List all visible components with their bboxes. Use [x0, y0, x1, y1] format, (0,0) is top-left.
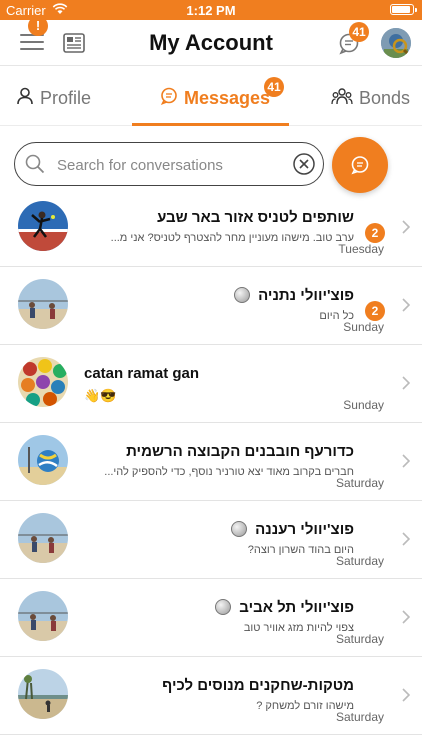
clock: 1:12 PM	[186, 3, 236, 18]
group-avatar	[18, 513, 68, 563]
group-avatar	[18, 435, 68, 485]
chat-icon	[160, 87, 178, 110]
chevron-right-icon	[402, 298, 411, 317]
conversation-name: catan ramat gan	[84, 365, 200, 382]
chevron-right-icon	[402, 220, 411, 239]
nav-bar: ! My Account 41	[0, 16, 422, 66]
messages-count-badge: 41	[349, 22, 369, 42]
unread-badge: 2	[365, 223, 385, 243]
tab-profile-label: Profile	[40, 87, 92, 108]
tab-bar: Profile Messages 41 Bonds	[0, 66, 422, 126]
volleyball-icon	[230, 521, 247, 537]
conversation-name: פוצ'יוולי רעננה	[84, 521, 354, 538]
conversation-day: Saturday	[335, 632, 384, 646]
conversation-row[interactable]: פוצ'יוולי רעננה היום בהוד השרון רוצה? Sa…	[0, 501, 422, 579]
profile-avatar[interactable]	[381, 28, 411, 58]
tab-bonds-label: Bonds	[359, 87, 411, 108]
chevron-right-icon	[402, 376, 411, 395]
group-avatar	[18, 591, 68, 641]
conversation-day: Sunday	[343, 320, 384, 334]
search-icon	[25, 154, 45, 179]
people-icon	[331, 87, 353, 110]
conversation-preview: כל היום	[319, 310, 354, 322]
search-input[interactable]	[55, 153, 279, 177]
volleyball-icon	[215, 599, 232, 615]
battery-icon	[390, 4, 417, 15]
conversation-preview: היום בהוד השרון רוצה?	[247, 544, 354, 556]
chevron-right-icon	[402, 688, 411, 707]
conversation-row[interactable]: catan ramat gan 👋😎 Sunday	[0, 345, 422, 423]
chevron-right-icon	[402, 454, 411, 473]
conversation-name: מטקות-שחקנים מנוסים לכיף	[162, 677, 354, 694]
conversation-day: Sunday	[343, 398, 384, 412]
chevron-right-icon	[402, 610, 411, 629]
conversation-day: Tuesday	[338, 242, 384, 256]
group-avatar	[18, 201, 68, 251]
volleyball-icon	[233, 287, 250, 303]
conversation-day: Saturday	[335, 476, 384, 490]
conversation-name: כדורעף חובבנים הקבוצה הרשמית	[126, 443, 354, 460]
person-icon	[16, 87, 34, 110]
conversation-row[interactable]: פוצ'יוולי תל אביב צפוי להיות מזג אוויר ט…	[0, 579, 422, 657]
conversation-name: פוצ'יוולי נתניה	[84, 287, 354, 304]
status-bar: Carrier 1:12 PM	[0, 0, 422, 20]
new-conversation-button[interactable]	[332, 137, 388, 193]
conversation-preview: ערב טוב. מישהו מעוניין מחר להצטרף לטניס?…	[110, 232, 354, 244]
chevron-right-icon	[402, 532, 411, 551]
tab-messages[interactable]: Messages	[160, 86, 270, 110]
conversation-day: Saturday	[335, 554, 384, 568]
conversation-preview: צפוי להיות מזג אוויר טוב	[243, 622, 354, 634]
conversation-day: Saturday	[335, 710, 384, 724]
conversation-preview: חברים בקרוב מאוד יצא טורניר נוסף, כדי לה…	[104, 466, 354, 478]
conversation-name: פוצ'יוולי תל אביב	[84, 599, 354, 616]
active-tab-indicator	[132, 123, 289, 126]
chat-icon	[351, 156, 369, 175]
group-avatar	[18, 669, 68, 719]
tab-bonds[interactable]: Bonds	[331, 86, 410, 110]
conversation-row[interactable]: כדורעף חובבנים הקבוצה הרשמית חברים בקרוב…	[0, 423, 422, 501]
conversation-preview: מישהו זורם למשחק ?	[256, 700, 354, 712]
conversation-row[interactable]: שותפים לטניס אזור באר שבע ערב טוב. מישהו…	[0, 189, 422, 267]
conversation-row[interactable]: מטקות-שחקנים מנוסים לכיף מישהו זורם למשח…	[0, 657, 422, 735]
conversation-row[interactable]: פוצ'יוולי נתניה כל היום 2 Sunday	[0, 267, 422, 345]
clear-search-icon[interactable]	[293, 153, 315, 180]
tab-profile[interactable]: Profile	[16, 86, 91, 110]
group-avatar	[18, 279, 68, 329]
search-bar	[14, 142, 324, 186]
unread-badge: 2	[365, 301, 385, 321]
conversation-preview: 👋😎	[84, 388, 117, 403]
conversation-name: שותפים לטניס אזור באר שבע	[157, 209, 354, 226]
group-avatar	[18, 357, 68, 407]
tab-messages-label: Messages	[184, 87, 271, 108]
messages-tab-badge: 41	[264, 77, 284, 97]
